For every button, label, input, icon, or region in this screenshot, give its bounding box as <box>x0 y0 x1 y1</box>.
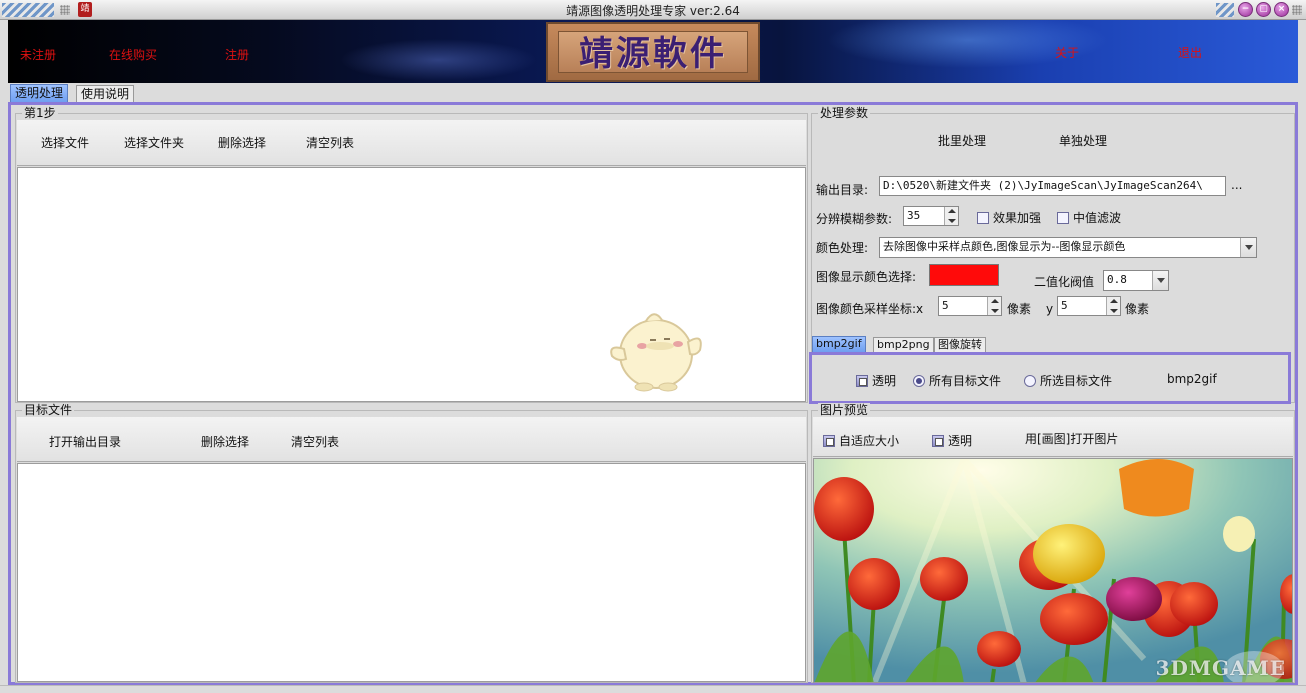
threshold-select[interactable]: 0.8 <box>1103 270 1169 291</box>
display-color-swatch[interactable] <box>929 264 999 286</box>
exit-link[interactable]: 退出 <box>1178 44 1202 61</box>
step1-title: 第1步 <box>22 106 58 120</box>
y-spin-icon[interactable] <box>1106 297 1120 315</box>
tab-instructions[interactable]: 使用说明 <box>76 85 135 102</box>
logo: 靖源軟件 <box>546 22 760 82</box>
x-coord-value: 5 <box>942 299 949 312</box>
about-link[interactable]: 关于 <box>1055 44 1079 61</box>
preview-image: 3DMGAME <box>813 458 1293 683</box>
logo-text: 靖源軟件 <box>558 31 748 74</box>
enhance-checkbox[interactable] <box>977 212 989 224</box>
color-processing-value: 去除图像中采样点颜色,图像显示为--图像显示颜色 <box>883 240 1126 253</box>
params-group: 处理参数 批里处理 单独处理 输出目录: D:\0520\新建文件夹 (2)\J… <box>809 106 1295 404</box>
fit-size-label: 自适应大小 <box>839 434 900 448</box>
single-process-button[interactable]: 单独处理 <box>1059 134 1107 148</box>
status-bar <box>0 685 1306 693</box>
open-output-dir-button[interactable]: 打开输出目录 <box>49 435 121 449</box>
tulip-photo <box>814 459 1292 682</box>
target-toolbar: 打开输出目录 删除选择 清空列表 <box>17 417 806 462</box>
select-file-button[interactable]: 选择文件 <box>41 136 89 150</box>
tab-bmp2png[interactable]: bmp2png <box>873 337 934 352</box>
y-coord-spinner[interactable]: 5 <box>1057 296 1121 316</box>
browse-button[interactable]: ... <box>1231 178 1242 192</box>
output-dir-label: 输出目录: <box>816 183 869 197</box>
gif-transparent-label: 透明 <box>872 374 897 388</box>
preview-title: 图片预览 <box>818 403 871 417</box>
y-unit-label: 像素 <box>1125 302 1150 316</box>
x-coord-spinner[interactable]: 5 <box>938 296 1002 316</box>
select-folder-button[interactable]: 选择文件夹 <box>124 136 184 150</box>
bmp2gif-run-button[interactable]: bmp2gif <box>1167 372 1217 386</box>
delete-selection-button[interactable]: 删除选择 <box>218 136 266 150</box>
tab-image-rotate[interactable]: 图像旋转 <box>934 337 986 352</box>
title-bar: 靖 靖源图像透明处理专家 ver:2.64 − ▢ × <box>0 0 1306 20</box>
maximize-button[interactable]: ▢ <box>1256 2 1271 17</box>
step1-group: 第1步 选择文件 选择文件夹 删除选择 清空列表 <box>15 106 808 403</box>
threshold-value: 0.8 <box>1107 273 1127 286</box>
open-in-paint-button[interactable]: 用[画图]打开图片 <box>1025 432 1118 446</box>
output-dir-field[interactable]: D:\0520\新建文件夹 (2)\JyImageScan\JyImageSca… <box>879 176 1226 196</box>
banner: 未注册 在线购买 注册 靖源軟件 关于 退出 <box>8 20 1298 83</box>
all-targets-label: 所有目标文件 <box>929 374 1002 388</box>
target-title: 目标文件 <box>22 403 75 417</box>
x-spin-icon[interactable] <box>987 297 1001 315</box>
blur-param-spinner[interactable]: 35 <box>903 206 959 226</box>
color-processing-label: 颜色处理: <box>816 241 869 255</box>
source-file-list[interactable] <box>17 167 806 402</box>
display-color-label: 图像显示颜色选择: <box>816 270 917 284</box>
median-filter-label: 中值滤波 <box>1073 211 1122 225</box>
preview-group: 图片预览 自适应大小 透明 用[画图]打开图片 3DMGAME <box>811 403 1295 683</box>
preview-transparent-checkbox[interactable] <box>932 435 944 447</box>
unregistered-link[interactable]: 未注册 <box>20 46 56 63</box>
threshold-chevron-down-icon[interactable] <box>1152 271 1168 290</box>
close-button[interactable]: × <box>1274 2 1289 17</box>
step1-toolbar: 选择文件 选择文件夹 删除选择 清空列表 <box>17 120 806 166</box>
buy-online-link[interactable]: 在线购买 <box>109 46 157 63</box>
gif-transparent-checkbox[interactable] <box>856 375 868 387</box>
median-filter-checkbox[interactable] <box>1057 212 1069 224</box>
threshold-label: 二值化阀值 <box>1034 275 1095 289</box>
target-group: 目标文件 打开输出目录 删除选择 清空列表 <box>15 403 808 683</box>
preview-transparent-label: 透明 <box>948 434 973 448</box>
selected-targets-label: 所选目标文件 <box>1040 374 1113 388</box>
blur-param-value: 35 <box>907 209 921 222</box>
target-clear-list-button[interactable]: 清空列表 <box>291 435 339 449</box>
preview-toolbar: 自适应大小 透明 用[画图]打开图片 <box>813 417 1293 457</box>
blur-param-label: 分辨模糊参数: <box>816 212 893 226</box>
sample-coord-label: 图像颜色采样坐标:x <box>816 302 924 316</box>
minimize-button[interactable]: − <box>1238 2 1253 17</box>
watermark-text: 3DMGAME <box>1155 656 1286 680</box>
bmp2gif-panel: 透明 所有目标文件 所选目标文件 bmp2gif <box>809 352 1291 404</box>
params-title: 处理参数 <box>818 106 871 120</box>
clear-list-button[interactable]: 清空列表 <box>306 136 354 150</box>
register-link[interactable]: 注册 <box>225 46 249 63</box>
tab-bmp2gif[interactable]: bmp2gif <box>812 336 866 352</box>
main-frame: 第1步 选择文件 选择文件夹 删除选择 清空列表 目标文件 打开输出目录 删除选… <box>8 102 1298 685</box>
drag-grip-right-icon[interactable] <box>1292 5 1302 15</box>
tab-transparent-processing[interactable]: 透明处理 <box>10 84 69 102</box>
all-targets-radio[interactable] <box>913 375 925 387</box>
window-title: 靖源图像透明处理专家 ver:2.64 <box>566 4 740 18</box>
x-unit-label: 像素 <box>1007 302 1032 316</box>
enhance-label: 效果加强 <box>993 211 1042 225</box>
y-coord-value: 5 <box>1061 299 1068 312</box>
target-file-list[interactable] <box>17 463 806 682</box>
batch-process-button[interactable]: 批里处理 <box>938 134 986 148</box>
selected-targets-radio[interactable] <box>1024 375 1036 387</box>
title-bar-stripes-right <box>1216 3 1234 17</box>
target-delete-selection-button[interactable]: 删除选择 <box>201 435 249 449</box>
mascot-image <box>610 313 702 392</box>
color-processing-select[interactable]: 去除图像中采样点颜色,图像显示为--图像显示颜色 <box>879 237 1257 258</box>
fit-size-checkbox[interactable] <box>823 435 835 447</box>
blur-spin-icon[interactable] <box>944 207 958 225</box>
chevron-down-icon[interactable] <box>1240 238 1256 257</box>
y-label: y <box>1046 302 1054 316</box>
